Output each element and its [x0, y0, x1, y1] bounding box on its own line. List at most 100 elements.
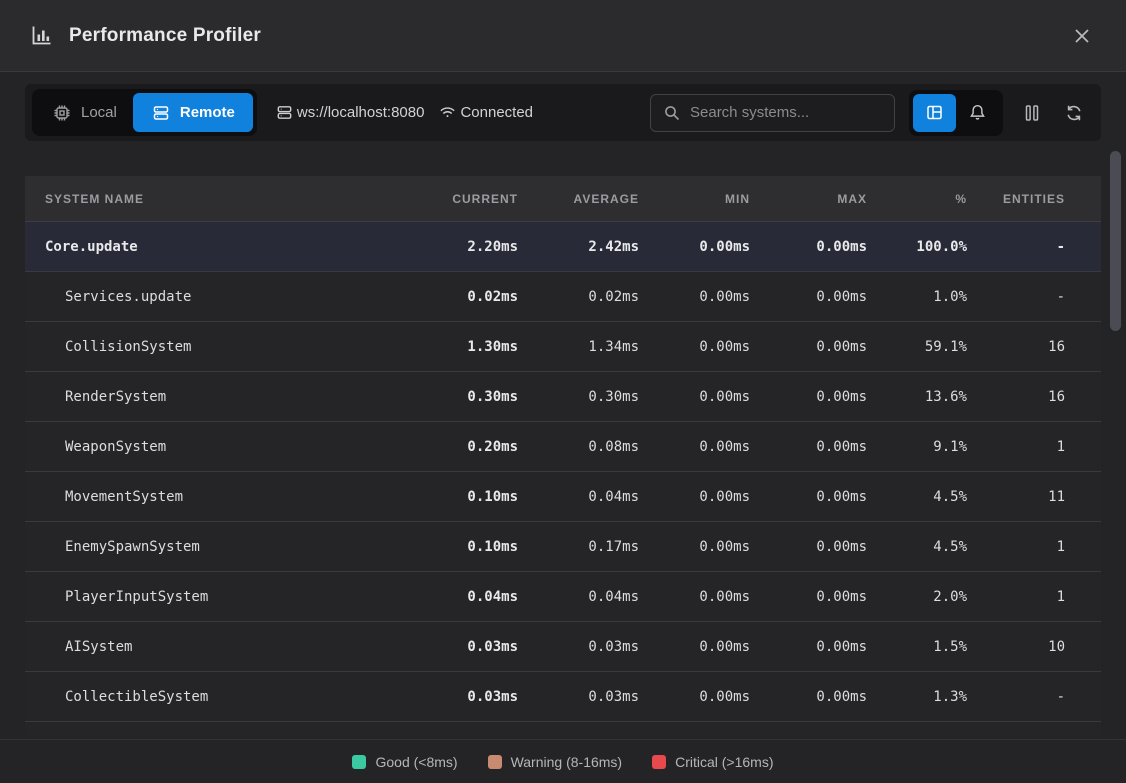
average-cell: 0.08ms — [520, 439, 641, 455]
entities-cell: 10 — [969, 639, 1101, 655]
average-cell: 0.03ms — [520, 689, 641, 705]
current-cell: 0.30ms — [390, 389, 520, 405]
table-view-button[interactable] — [913, 94, 956, 132]
legend-label: Critical (>16ms) — [675, 754, 773, 770]
entities-cell: 11 — [969, 489, 1101, 505]
average-cell: 0.04ms — [520, 489, 641, 505]
average-cell: 2.42ms — [520, 239, 641, 255]
refresh-icon — [1064, 103, 1084, 123]
min-cell: 0.00ms — [641, 389, 752, 405]
system-name-cell: CollisionSystem — [25, 339, 390, 355]
entities-cell: 16 — [969, 389, 1101, 405]
min-cell: 0.00ms — [641, 439, 752, 455]
system-name-cell: CollectibleSystem — [25, 689, 390, 705]
entities-cell: - — [969, 239, 1101, 255]
max-cell: 0.00ms — [752, 589, 869, 605]
entities-cell: - — [969, 689, 1101, 705]
entities-cell: 1 — [969, 539, 1101, 555]
percent-cell: 13.6% — [869, 389, 969, 405]
current-cell: 0.03ms — [390, 689, 520, 705]
table-row[interactable]: PlayerInputSystem 0.04ms 0.04ms 0.00ms 0… — [25, 572, 1101, 622]
cpu-chip-icon — [52, 103, 72, 123]
close-icon[interactable] — [1068, 22, 1096, 50]
entities-cell: 16 — [969, 339, 1101, 355]
legend-label: Warning (8-16ms) — [511, 754, 623, 770]
column-header-max[interactable]: MAX — [752, 192, 869, 206]
current-cell: 0.03ms — [390, 639, 520, 655]
table-row[interactable]: MovementSystem 0.10ms 0.04ms 0.00ms 0.00… — [25, 472, 1101, 522]
table-row[interactable]: CollisionSystem 1.30ms 1.34ms 0.00ms 0.0… — [25, 322, 1101, 372]
system-name-cell: Services.update — [25, 289, 390, 305]
column-header-min[interactable]: MIN — [641, 192, 752, 206]
percent-cell: 59.1% — [869, 339, 969, 355]
legend-item: Warning (8-16ms) — [488, 754, 623, 770]
legend-swatch — [652, 755, 666, 769]
server-small-icon — [275, 103, 294, 122]
connection-info: ws://localhost:8080 Connected — [275, 103, 533, 122]
column-header-entities[interactable]: ENTITIES — [969, 192, 1101, 206]
max-cell: 0.00ms — [752, 689, 869, 705]
system-name-cell: WeaponSystem — [25, 439, 390, 455]
current-cell: 1.30ms — [390, 339, 520, 355]
table-row[interactable]: WeaponSystem 0.20ms 0.08ms 0.00ms 0.00ms… — [25, 422, 1101, 472]
table-row[interactable]: EnemySpawnSystem 0.10ms 0.17ms 0.00ms 0.… — [25, 522, 1101, 572]
entities-cell: - — [969, 289, 1101, 305]
percent-cell: 9.1% — [869, 439, 969, 455]
min-cell: 0.00ms — [641, 539, 752, 555]
column-header-average[interactable]: AVERAGE — [520, 192, 641, 206]
vertical-scrollbar-thumb[interactable] — [1110, 151, 1121, 331]
pause-icon — [1023, 103, 1041, 123]
current-cell: 0.10ms — [390, 489, 520, 505]
max-cell: 0.00ms — [752, 489, 869, 505]
column-header-system-name[interactable]: SYSTEM NAME — [25, 192, 390, 206]
min-cell: 0.00ms — [641, 639, 752, 655]
refresh-button[interactable] — [1057, 94, 1091, 132]
page-title: Performance Profiler — [69, 25, 261, 47]
toolbar: Local Remote — [25, 84, 1101, 141]
average-cell: 1.34ms — [520, 339, 641, 355]
clipped-row — [25, 722, 1101, 737]
current-cell: 0.04ms — [390, 589, 520, 605]
mode-segmented-control: Local Remote — [32, 89, 257, 136]
legend-swatch — [352, 755, 366, 769]
connection-url: ws://localhost:8080 — [297, 104, 425, 121]
systems-table: SYSTEM NAME CURRENT AVERAGE MIN MAX % EN… — [25, 176, 1101, 738]
table-row[interactable]: CollectibleSystem 0.03ms 0.03ms 0.00ms 0… — [25, 672, 1101, 722]
bell-icon — [968, 103, 987, 122]
average-cell: 0.02ms — [520, 289, 641, 305]
min-cell: 0.00ms — [641, 339, 752, 355]
table-row[interactable]: Core.update 2.20ms 2.42ms 0.00ms 0.00ms … — [25, 222, 1101, 272]
window-header: Performance Profiler — [0, 0, 1126, 72]
table-row[interactable]: RenderSystem 0.30ms 0.30ms 0.00ms 0.00ms… — [25, 372, 1101, 422]
search-box — [650, 94, 895, 132]
local-mode-label: Local — [81, 104, 117, 121]
min-cell: 0.00ms — [641, 239, 752, 255]
pause-button[interactable] — [1015, 94, 1049, 132]
search-icon — [663, 104, 681, 122]
remote-mode-button[interactable]: Remote — [133, 93, 253, 132]
percent-cell: 4.5% — [869, 539, 969, 555]
search-input[interactable] — [690, 104, 882, 121]
system-name-cell: MovementSystem — [25, 489, 390, 505]
column-header-current[interactable]: CURRENT — [390, 192, 520, 206]
current-cell: 0.20ms — [390, 439, 520, 455]
percent-cell: 2.0% — [869, 589, 969, 605]
system-name-cell: AISystem — [25, 639, 390, 655]
entities-cell: 1 — [969, 589, 1101, 605]
percent-cell: 1.5% — [869, 639, 969, 655]
alerts-button[interactable] — [956, 94, 999, 132]
table-view-icon — [925, 103, 944, 122]
legend-footer: Good (<8ms) Warning (8-16ms) Critical (>… — [0, 739, 1126, 783]
max-cell: 0.00ms — [752, 289, 869, 305]
max-cell: 0.00ms — [752, 439, 869, 455]
legend-item: Critical (>16ms) — [652, 754, 773, 770]
max-cell: 0.00ms — [752, 639, 869, 655]
table-row[interactable]: Services.update 0.02ms 0.02ms 0.00ms 0.0… — [25, 272, 1101, 322]
max-cell: 0.00ms — [752, 539, 869, 555]
column-header-percent[interactable]: % — [869, 192, 969, 206]
average-cell: 0.30ms — [520, 389, 641, 405]
local-mode-button[interactable]: Local — [36, 93, 133, 132]
remote-mode-label: Remote — [180, 104, 235, 121]
table-row[interactable]: AISystem 0.03ms 0.03ms 0.00ms 0.00ms 1.5… — [25, 622, 1101, 672]
system-name-cell: Core.update — [25, 239, 390, 255]
